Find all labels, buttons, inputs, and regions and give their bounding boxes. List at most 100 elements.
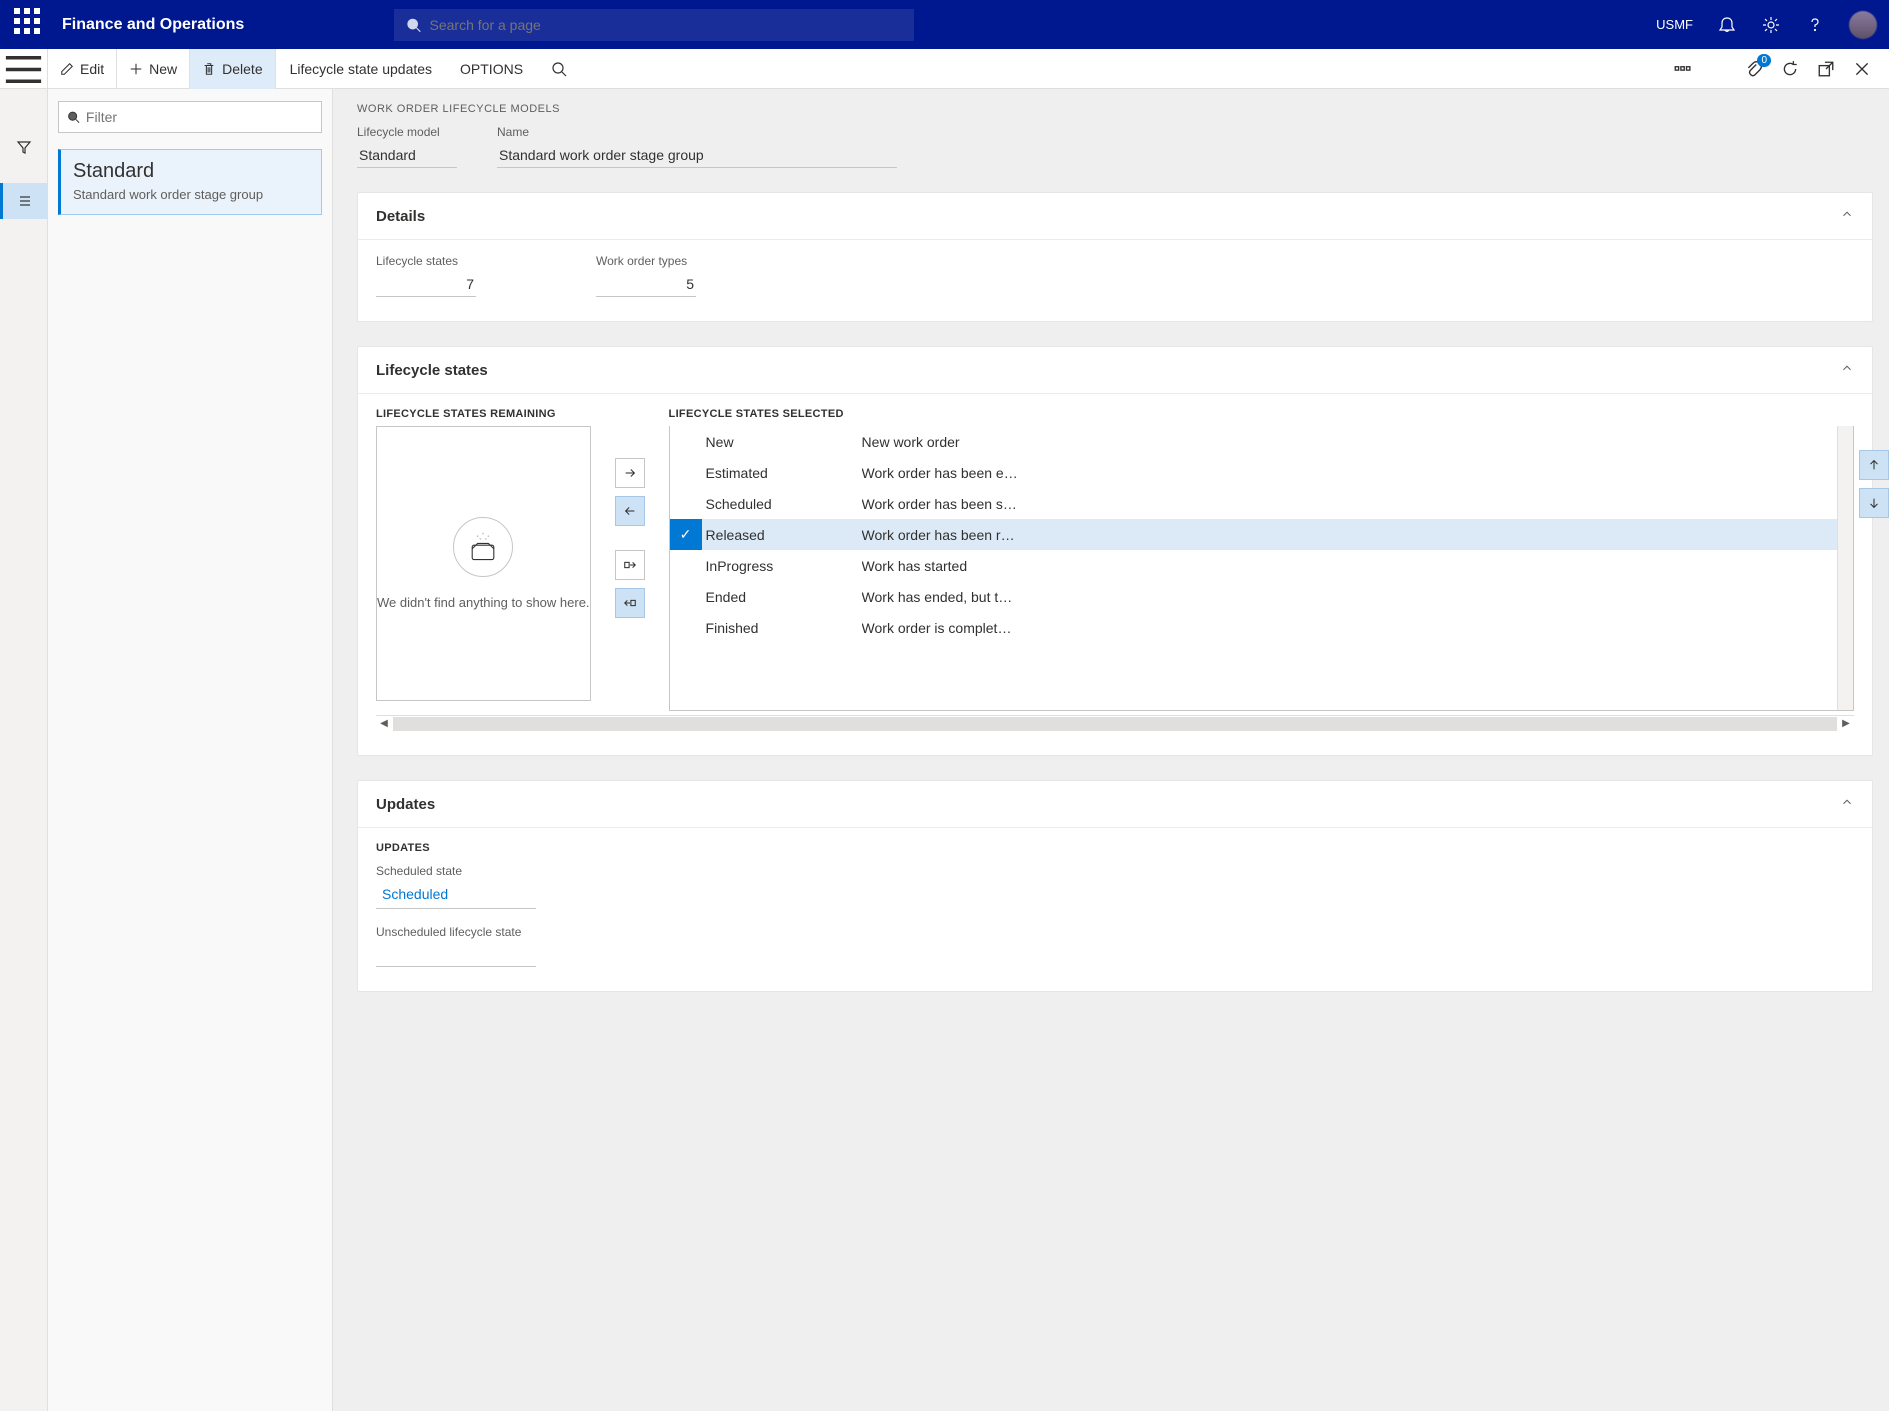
popout-icon[interactable] [1817,60,1835,78]
state-name: Estimated [702,465,862,481]
state-desc: New work order [862,434,1853,450]
office-icon[interactable] [1709,60,1727,78]
fasttab-details: Details Lifecycle states 7 Work order ty… [357,192,1873,322]
action-bar: Edit New Delete Lifecycle state updates … [0,49,1889,89]
move-all-right-button[interactable] [615,550,645,580]
fasttab-updates: Updates UPDATES Scheduled state Schedule… [357,780,1873,992]
states-title: Lifecycle states [376,362,488,379]
scheduled-state-value[interactable]: Scheduled [376,882,536,909]
state-name: Released [702,527,862,543]
state-row[interactable]: ✓ReleasedWork order has been r… [670,519,1853,550]
state-desc: Work order has been r… [862,527,1853,543]
main-content: WORK ORDER LIFECYCLE MODELS Lifecycle mo… [333,89,1889,1411]
fasttab-updates-header[interactable]: Updates [358,781,1872,828]
selected-heading: LIFECYCLE STATES SELECTED [669,408,1854,420]
state-desc: Work has ended, but t… [862,589,1853,605]
gear-icon[interactable] [1761,15,1781,35]
search-box[interactable] [394,9,914,41]
list-view-icon[interactable] [0,183,48,219]
scheduled-state-label: Scheduled state [376,864,1854,878]
edit-button[interactable]: Edit [48,49,117,89]
edit-label: Edit [80,61,104,77]
delete-label: Delete [222,61,262,77]
state-row[interactable]: NewNew work order [670,426,1853,457]
name-value[interactable]: Standard work order stage group [497,143,897,168]
state-desc: Work has started [862,558,1853,574]
chevron-up-icon [1840,207,1854,225]
state-row[interactable]: EstimatedWork order has been e… [670,457,1853,488]
app-launcher-icon[interactable] [12,6,44,43]
delete-button[interactable]: Delete [190,49,275,89]
updates-title: Updates [376,796,435,813]
fasttab-states: Lifecycle states LIFECYCLE STATES REMAIN… [357,346,1873,756]
state-name: InProgress [702,558,862,574]
lifecycle-states-count-label: Lifecycle states [376,254,476,268]
remaining-heading: LIFECYCLE STATES REMAINING [376,408,591,420]
action-search-icon[interactable] [537,49,581,89]
lifecycle-model-label: Lifecycle model [357,125,457,139]
list-pane: Standard Standard work order stage group [48,89,333,1411]
options-button[interactable]: OPTIONS [446,49,537,89]
filter-input[interactable] [86,109,313,125]
scrollbar[interactable] [1837,426,1853,710]
fasttab-states-header[interactable]: Lifecycle states [358,347,1872,394]
app-title: Finance and Operations [62,16,244,34]
move-right-button[interactable] [615,458,645,488]
lifecycle-updates-button[interactable]: Lifecycle state updates [276,49,446,89]
row-checkbox[interactable]: ✓ [670,519,702,550]
work-order-types-value[interactable]: 5 [596,272,696,297]
unscheduled-state-label: Unscheduled lifecycle state [376,925,1854,939]
new-label: New [149,61,177,77]
list-item-subtitle: Standard work order stage group [73,187,309,202]
nav-toggle-icon[interactable] [0,49,48,89]
move-down-button[interactable] [1859,488,1889,518]
chevron-up-icon [1840,361,1854,379]
state-row[interactable]: FinishedWork order is complet… [670,612,1853,643]
empty-text: We didn't find anything to show here. [377,595,590,610]
new-button[interactable]: New [117,49,190,89]
state-row[interactable]: ScheduledWork order has been s… [670,488,1853,519]
refresh-icon[interactable] [1781,60,1799,78]
bell-icon[interactable] [1717,15,1737,35]
selected-list: NewNew work orderEstimatedWork order has… [669,426,1854,711]
updates-group-label: UPDATES [376,842,1854,854]
top-header: Finance and Operations USMF [0,0,1889,49]
company-selector[interactable]: USMF [1656,17,1693,32]
help-icon[interactable] [1805,15,1825,35]
lifecycle-states-count-value[interactable]: 7 [376,272,476,297]
lifecycle-model-value[interactable]: Standard [357,143,457,168]
state-desc: Work order has been s… [862,496,1853,512]
state-desc: Work order is complet… [862,620,1853,636]
personalize-icon[interactable] [1673,60,1691,78]
name-label: Name [497,125,897,139]
state-row[interactable]: EndedWork has ended, but t… [670,581,1853,612]
state-name: Ended [702,589,862,605]
list-item-title: Standard [73,160,309,183]
state-name: Finished [702,620,862,636]
filter-box[interactable] [58,101,322,133]
move-all-left-button[interactable] [615,588,645,618]
filter-icon[interactable] [0,129,48,165]
details-title: Details [376,208,425,225]
close-icon[interactable] [1853,60,1871,78]
state-name: New [702,434,862,450]
state-desc: Work order has been e… [862,465,1853,481]
avatar[interactable] [1849,11,1877,39]
fasttab-details-header[interactable]: Details [358,193,1872,240]
state-name: Scheduled [702,496,862,512]
remaining-list: We didn't find anything to show here. [376,426,591,701]
work-order-types-label: Work order types [596,254,696,268]
state-row[interactable]: InProgressWork has started [670,550,1853,581]
left-rail [0,89,48,1411]
chevron-up-icon [1840,795,1854,813]
move-up-button[interactable] [1859,450,1889,480]
unscheduled-state-value[interactable] [376,943,536,967]
list-item[interactable]: Standard Standard work order stage group [58,149,322,215]
search-input[interactable] [430,17,903,33]
attach-icon[interactable]: 0 [1745,60,1763,78]
empty-icon [453,517,513,577]
page-section-label: WORK ORDER LIFECYCLE MODELS [357,103,1873,115]
h-scrollbar[interactable]: ◀▶ [376,715,1854,731]
move-left-button[interactable] [615,496,645,526]
attach-badge: 0 [1757,54,1771,67]
